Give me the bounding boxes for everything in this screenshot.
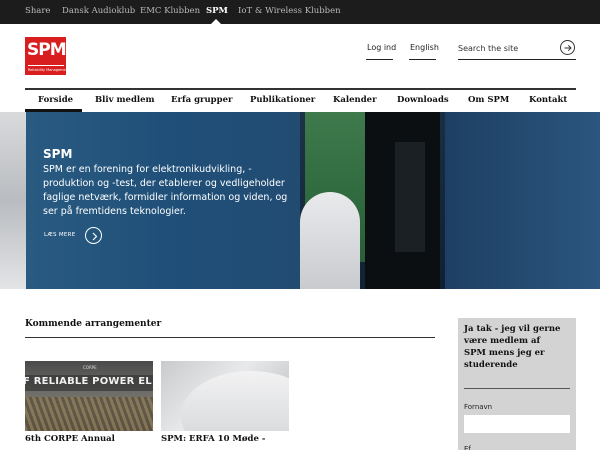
language-underline [409,59,436,60]
hero-title: SPM [43,147,73,161]
topbar-emc-klubben[interactable]: EMC Klubben [140,6,200,16]
hero-read-more-link[interactable]: LÆS MERE [44,232,76,238]
events-heading: Kommende arrangementer [25,319,162,329]
topbar-iot-wireless-klubben[interactable]: IoT & Wireless Klubben [238,6,341,16]
events-divider [25,337,435,338]
hero-right-background [445,112,600,289]
topbar-dansk-audioklub[interactable]: Dansk Audioklub [62,6,135,16]
active-caret-icon [211,19,221,24]
hero-glove-left-image [0,112,26,289]
search-underline [458,59,576,60]
hero-read-more-button[interactable] [85,227,102,244]
fornavn-input[interactable] [464,415,570,433]
search-input[interactable]: Search the site [458,44,518,53]
nav-bliv-medlem[interactable]: Bliv medlem [95,95,155,105]
second-field-label: Ef [464,445,471,450]
topbar-spm[interactable]: SPM [206,6,228,16]
fornavn-label: Fornavn [464,403,493,411]
nav-om-spm[interactable]: Om SPM [468,95,509,105]
nav-kalender[interactable]: Kalender [333,95,377,105]
spm-logo[interactable]: SPM Reliability Management [25,37,70,75]
search-submit-button[interactable] [560,40,575,55]
nav-downloads[interactable]: Downloads [397,95,449,105]
hero-glove-image [300,192,360,289]
event-card-title-corpe[interactable]: 6th CORPE Annual [25,434,115,444]
event-image-chips [25,397,153,431]
chevron-right-icon [92,232,98,241]
event-image-subtext: CORPE [83,365,97,370]
signup-divider [464,388,570,389]
arrow-right-icon [564,44,572,52]
top-bar: Share Dansk Audioklub EMC Klubben SPM Io… [0,0,600,24]
logo-text: SPM [27,40,67,60]
login-underline [366,59,393,60]
login-link[interactable]: Log ind [367,43,396,52]
nav-top-border [25,88,576,90]
nav-kontakt[interactable]: Kontakt [529,95,567,105]
event-image-curve [181,371,289,431]
event-image-text: F RELIABLE POWER EL [25,376,152,387]
hero-component-detail [395,142,425,252]
event-card-image-erfa[interactable] [161,361,289,431]
nav-forside[interactable]: Forside [38,95,73,105]
event-card-title-erfa[interactable]: SPM: ERFA 10 Møde - [161,434,265,444]
hero-description: SPM er en forening for elektronikudvikli… [43,164,288,217]
topbar-share[interactable]: Share [25,6,50,16]
logo-subtext: Reliability Management [28,68,70,72]
nav-erfa-grupper[interactable]: Erfa grupper [171,95,232,105]
nav-publikationer[interactable]: Publikationer [250,95,315,105]
language-link[interactable]: English [410,43,439,52]
signup-title: Ja tak - jeg vil gerne være medlem af SP… [464,324,561,370]
event-card-image-corpe[interactable]: CORPE F RELIABLE POWER EL [25,361,153,431]
